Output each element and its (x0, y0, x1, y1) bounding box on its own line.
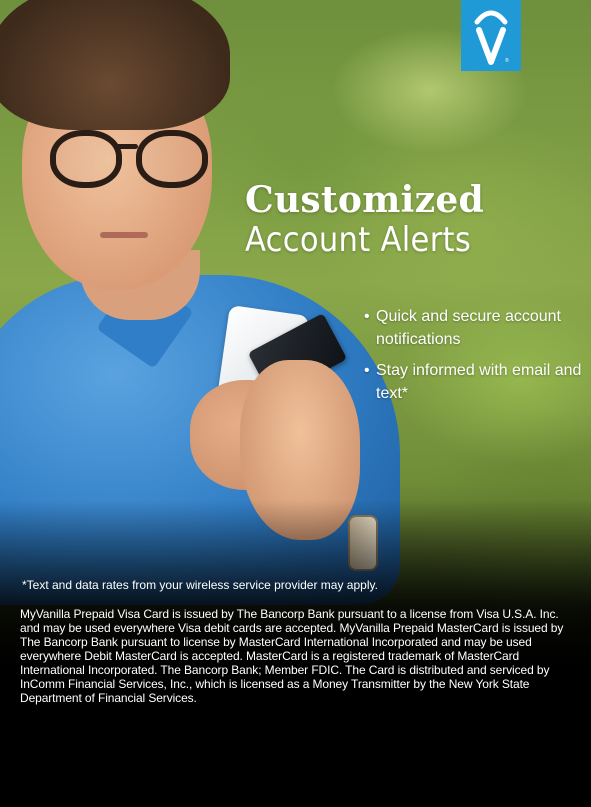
vanilla-v-icon: ® (474, 10, 509, 65)
glasses-lens-right (136, 130, 208, 188)
hair (0, 0, 230, 130)
rates-footnote: *Text and data rates from your wireless … (22, 578, 378, 592)
glasses-lens-left (50, 130, 122, 188)
bullet-item: • Stay informed with email and text* (364, 359, 584, 405)
vanilla-logo: ® (461, 0, 521, 71)
glasses (50, 130, 210, 190)
feature-bullets: • Quick and secure account notifications… (364, 305, 584, 413)
bullet-text: Stay informed with email and text* (376, 362, 582, 402)
bullet-item: • Quick and secure account notifications (364, 305, 584, 351)
promo-panel: ® Customized Account Alerts • Quick and … (0, 0, 591, 807)
bullet-dot: • (364, 308, 370, 325)
legal-disclaimer: MyVanilla Prepaid Visa Card is issued by… (20, 607, 564, 705)
svg-text:®: ® (505, 57, 509, 64)
headline-line-2: Account Alerts (245, 220, 472, 260)
headline-line-1: Customized (245, 179, 485, 221)
glasses-bridge (116, 144, 138, 149)
mouth (100, 232, 148, 238)
bullet-dot: • (364, 362, 370, 379)
bullet-text: Quick and secure account notifications (376, 308, 561, 348)
headline: Customized Account Alerts (245, 180, 575, 260)
